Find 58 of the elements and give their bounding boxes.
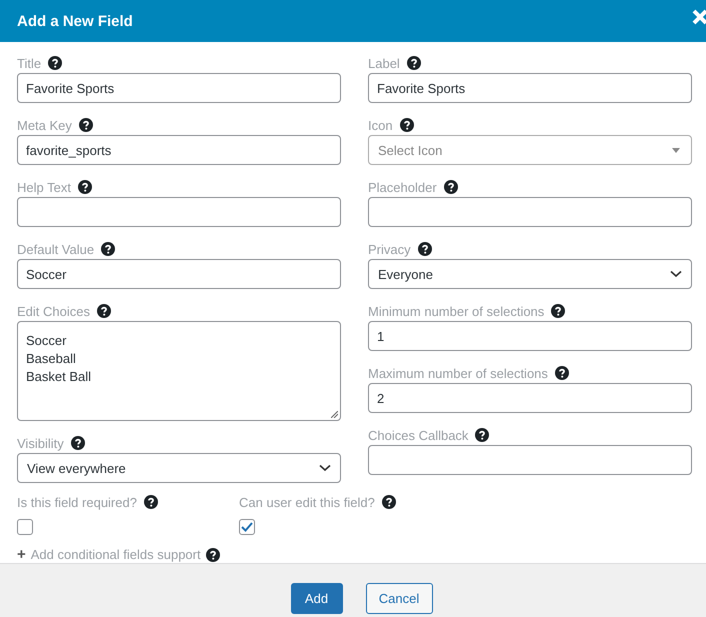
help-icon[interactable] <box>78 118 93 132</box>
caret-icon <box>670 146 682 154</box>
field-label: Choices Callback <box>368 428 468 442</box>
help-icon[interactable] <box>48 56 62 70</box>
help-icon[interactable] <box>418 242 432 256</box>
field-label: Title <box>17 56 42 70</box>
dropdown[interactable]: View everywhere <box>17 453 341 483</box>
plus-icon: + <box>17 546 26 563</box>
help-icon[interactable] <box>96 304 111 318</box>
text-field[interactable]: Favorite Sports <box>17 73 341 103</box>
field-label: Placeholder <box>368 180 437 194</box>
choices-textarea[interactable]: Soccer Baseball Basket Ball <box>17 321 341 421</box>
help-icon[interactable] <box>382 495 396 509</box>
help-icon[interactable] <box>206 548 220 562</box>
chevron-icon <box>319 464 331 472</box>
field-label: Default Value <box>17 242 94 256</box>
text-field[interactable] <box>368 197 692 227</box>
help-icon[interactable] <box>101 242 116 256</box>
field-label: Edit Choices <box>17 304 90 318</box>
help-icon[interactable] <box>444 180 458 194</box>
field-label: Visibility <box>17 436 64 450</box>
field-label: Icon <box>368 118 393 132</box>
text-field[interactable]: favorite_sports <box>17 135 341 165</box>
choice-line: Basket Ball <box>26 368 92 386</box>
text-field[interactable]: 2 <box>368 383 692 413</box>
dropdown[interactable]: Select Icon <box>368 135 692 165</box>
choice-line: Soccer <box>26 332 68 350</box>
help-icon[interactable] <box>400 118 414 132</box>
close-icon[interactable] <box>692 9 706 25</box>
choice-line: Baseball <box>26 350 77 368</box>
help-icon[interactable] <box>554 366 569 380</box>
field-label: Is this field required? <box>17 494 137 510</box>
add-button[interactable]: Add <box>290 583 342 614</box>
field-label: Label <box>368 56 400 70</box>
help-icon[interactable] <box>406 56 421 70</box>
field-label: Can user edit this field? <box>239 494 375 510</box>
text-field[interactable] <box>17 197 341 227</box>
dialog-title: Add a New Field <box>17 12 133 30</box>
field-label: Minimum number of selections <box>368 304 544 318</box>
text-field[interactable]: Soccer <box>17 259 341 289</box>
text-field[interactable] <box>368 445 692 475</box>
help-icon[interactable] <box>475 428 490 442</box>
chevron-icon <box>670 270 682 278</box>
field-label: Meta Key <box>17 118 72 132</box>
text-field[interactable]: Favorite Sports <box>368 73 692 103</box>
help-icon[interactable] <box>551 304 566 318</box>
help-icon[interactable] <box>70 436 85 450</box>
dropdown[interactable]: Everyone <box>368 259 692 289</box>
text-field[interactable]: 1 <box>368 321 692 351</box>
field-label: Help Text <box>17 180 71 194</box>
field-label: Maximum number of selections <box>368 366 548 380</box>
resize-handle-icon[interactable] <box>331 411 338 418</box>
cancel-button[interactable]: Cancel <box>366 583 432 614</box>
checkbox[interactable] <box>17 519 33 535</box>
field-label: Privacy <box>368 242 411 256</box>
help-icon[interactable] <box>144 495 158 509</box>
help-icon[interactable] <box>78 180 92 194</box>
checkbox[interactable] <box>239 519 255 535</box>
